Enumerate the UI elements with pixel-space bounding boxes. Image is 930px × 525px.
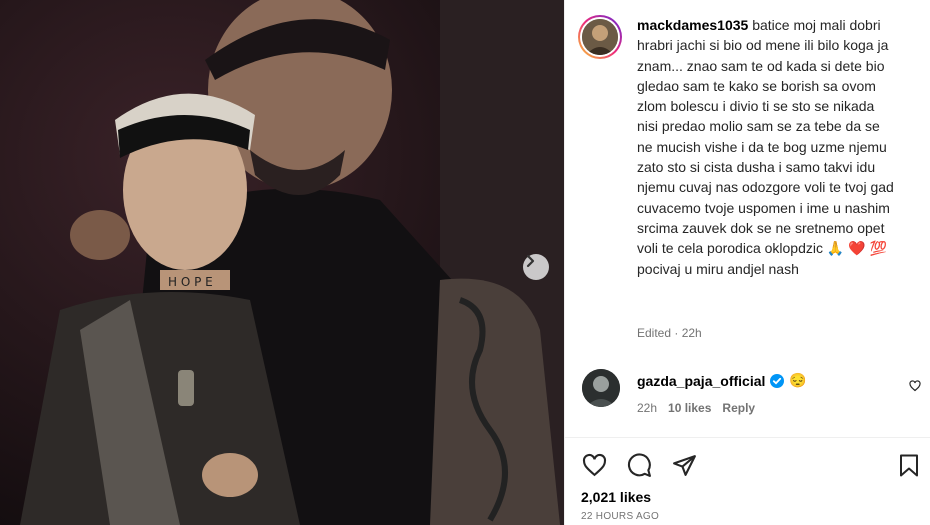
- edited-timestamp: Edited · 22h: [637, 326, 702, 340]
- heart-icon: [582, 453, 607, 477]
- avatar-image: [582, 19, 618, 55]
- heart-icon: [909, 380, 921, 392]
- share-icon: [673, 455, 696, 476]
- post-caption: mackdames1035 batice moj mali dobri hrab…: [637, 15, 897, 279]
- next-photo-button[interactable]: [523, 254, 549, 280]
- comment-meta: 22h 10 likes Reply: [637, 401, 755, 415]
- avatar-image: [582, 369, 620, 407]
- bookmark-icon: [900, 454, 918, 477]
- like-button[interactable]: [582, 453, 607, 483]
- comment-button[interactable]: [627, 453, 652, 483]
- comment-time: 22h: [637, 401, 658, 415]
- author-avatar[interactable]: [578, 15, 622, 59]
- divider: [565, 437, 930, 438]
- chevron-right-icon: [526, 254, 535, 268]
- comment-avatar[interactable]: [582, 369, 620, 407]
- caption-text: batice moj mali dobri hrabri jachi si bi…: [637, 17, 894, 277]
- post-photo[interactable]: H O P E: [0, 0, 564, 525]
- avatar: [582, 19, 618, 55]
- verified-badge-icon: [770, 373, 785, 388]
- post-timestamp: 22 HOURS AGO: [581, 511, 660, 522]
- comment-likes[interactable]: 10 likes: [668, 401, 711, 415]
- comment-like-button[interactable]: [909, 379, 921, 397]
- photo-image: H O P E: [0, 0, 564, 525]
- reply-button[interactable]: Reply: [722, 401, 755, 415]
- comment-header: gazda_paja_official 😔: [637, 372, 807, 389]
- save-button[interactable]: [897, 453, 921, 483]
- likes-count[interactable]: 2,021 likes: [581, 489, 651, 505]
- comment-username[interactable]: gazda_paja_official: [637, 373, 765, 389]
- comment-icon: [627, 453, 651, 477]
- share-button[interactable]: [672, 453, 697, 483]
- svg-text:H O P E: H O P E: [168, 275, 213, 289]
- comment-text: 😔: [789, 372, 807, 388]
- caption-username[interactable]: mackdames1035: [637, 17, 748, 33]
